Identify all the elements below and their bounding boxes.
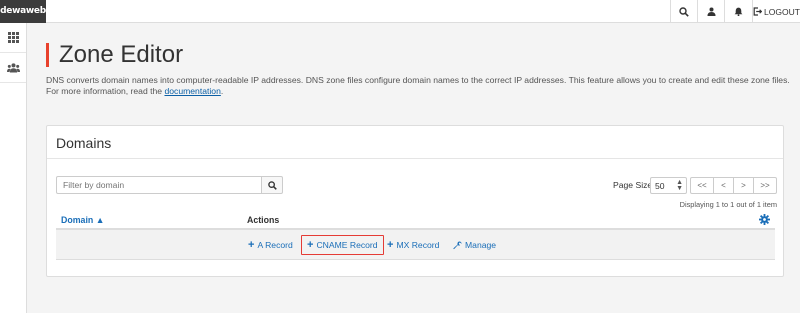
search-button[interactable] [670,0,697,23]
wrench-icon [453,240,462,249]
search-icon [267,180,277,190]
pager-next-button[interactable]: > [733,177,754,194]
description-suffix: . [220,86,224,96]
apps-grid-icon [7,32,19,43]
panel-divider [47,158,783,159]
a-record-label: A Record [257,240,293,250]
description-text: DNS converts domain names into computer-… [46,75,790,96]
gear-icon [758,213,770,225]
domains-panel: Domains Page Size 50 ▲▼ << < > >> Displa… [46,125,784,277]
top-navbar: dewaweb LOGOUT [0,0,800,23]
users-icon [6,62,20,72]
mx-record-button[interactable]: + MX Record [387,230,439,260]
domain-filter-input[interactable] [56,176,262,194]
panel-title: Domains [56,135,112,151]
plus-icon: + [248,239,255,251]
sidebar-item-apps[interactable] [0,23,26,53]
logout-button[interactable]: LOGOUT [752,0,800,23]
logout-label: LOGOUT [764,6,800,17]
table-row: + A Record + CNAME Record + MX Record Manag… [56,230,775,260]
user-button[interactable] [697,0,724,23]
page-description: DNS converts domain names into computer-… [46,75,792,97]
page-size-value: 50 [655,180,665,191]
cname-record-label: CNAME Record [316,240,378,250]
domain-column-header[interactable]: Domain ▲ [61,215,104,225]
brand-logo[interactable]: dewaweb [0,0,46,23]
pager-prev-button[interactable]: < [713,177,734,194]
title-accent-bar [46,43,49,67]
sidebar-item-users[interactable] [0,53,26,83]
domain-column-label: Domain [61,215,94,225]
notifications-button[interactable] [724,0,752,23]
a-record-button[interactable]: + A Record [248,230,293,260]
page-title: Zone Editor [59,41,184,68]
plus-icon: + [387,239,394,251]
table-settings-button[interactable] [758,213,770,225]
cname-record-button[interactable]: + CNAME Record [301,235,384,255]
page-size-label: Page Size [613,180,653,190]
logout-icon [753,7,763,16]
user-icon [707,7,715,16]
documentation-link[interactable]: documentation [164,86,220,96]
sort-asc-icon: ▲ [95,215,105,225]
page-size-select[interactable]: 50 ▲ ▼ [650,177,687,194]
bell-icon [734,7,743,16]
pager-last-button[interactable]: >> [753,177,777,194]
pager-first-button[interactable]: << [690,177,714,194]
filter-search-button[interactable] [261,176,283,194]
actions-column-header: Actions [247,215,280,225]
manage-button[interactable]: Manage [453,230,496,260]
mx-record-label: MX Record [396,240,440,250]
left-sidebar [0,23,27,313]
manage-label: Manage [465,240,497,250]
displaying-count: Displaying 1 to 1 out of 1 item [679,200,777,209]
search-icon [679,6,689,17]
plus-icon: + [307,239,314,251]
brand-name: dewaweb [0,6,46,16]
select-caret-icon: ▲ ▼ [676,179,683,192]
